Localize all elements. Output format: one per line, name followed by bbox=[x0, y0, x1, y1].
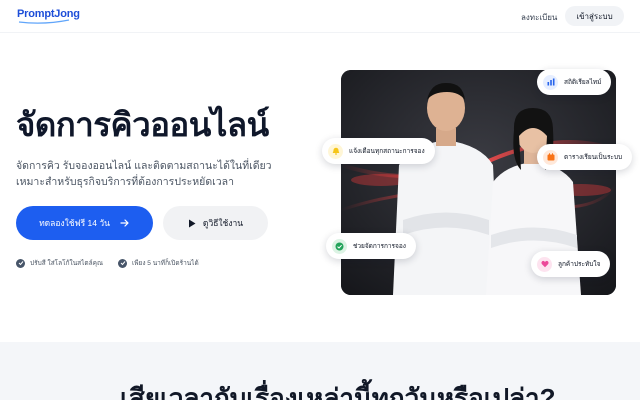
card-class-schedule-label: ตารางเรียนเป็นระบบ bbox=[564, 154, 623, 161]
check-icon bbox=[16, 258, 25, 268]
check-icon bbox=[118, 258, 127, 268]
arrow-right-icon bbox=[120, 219, 129, 227]
hero-title: จัดการคิวออนไลน์ bbox=[16, 106, 269, 143]
card-status-notifications: แจ้งเตือนทุกสถานะการจอง bbox=[322, 138, 435, 164]
free-trial-button-label: ทดลองใช้ฟรี 14 วัน bbox=[39, 218, 110, 228]
top-navbar: PromptJong ลงทะเบียน เข้าสู่ระบบ bbox=[0, 0, 640, 33]
feature-check-2: เพียง 5 นาทีก็เปิดร้านได้ bbox=[118, 258, 199, 268]
card-booking-management-label: ช่วยจัดการการจอง bbox=[353, 243, 406, 250]
how-to-use-button[interactable]: ดูวิธีใช้งาน bbox=[163, 206, 268, 240]
card-happy-customers-label: ลูกค้าประทับใจ bbox=[558, 261, 601, 268]
heart-icon bbox=[537, 256, 552, 272]
card-realtime-stats-label: สถิติเรียลไทม์ bbox=[564, 79, 602, 86]
hero-subtitle-line-1: จัดการคิว รับจองออนไลน์ และติดตามสถานะได… bbox=[16, 160, 272, 172]
hero-subtitle: จัดการคิว รับจองออนไลน์ และติดตามสถานะได… bbox=[16, 158, 272, 190]
play-icon bbox=[188, 219, 196, 227]
logo-swoosh-icon bbox=[18, 19, 70, 24]
check-circle-icon bbox=[332, 238, 347, 254]
bell-icon bbox=[328, 143, 343, 159]
page: PromptJong ลงทะเบียน เข้าสู่ระบบ จัดการค… bbox=[0, 0, 640, 400]
card-class-schedule: ตารางเรียนเป็นระบบ bbox=[537, 144, 633, 170]
feature-check-1-label: ปรับสี ใส่โลโก้ในสไตล์คุณ bbox=[30, 260, 103, 267]
feature-check-2-label: เพียง 5 นาทีก็เปิดร้านได้ bbox=[132, 260, 199, 267]
bar-chart-icon bbox=[543, 74, 558, 90]
register-link[interactable]: ลงทะเบียน bbox=[521, 11, 557, 24]
card-status-notifications-label: แจ้งเตือนทุกสถานะการจอง bbox=[349, 148, 425, 155]
login-button[interactable]: เข้าสู่ระบบ bbox=[565, 6, 624, 26]
free-trial-button[interactable]: ทดลองใช้ฟรี 14 วัน bbox=[16, 206, 153, 240]
feature-check-1: ปรับสี ใส่โลโก้ในสไตล์คุณ bbox=[16, 258, 103, 268]
calendar-icon bbox=[543, 149, 558, 165]
card-booking-management: ช่วยจัดการการจอง bbox=[326, 233, 416, 259]
card-realtime-stats: สถิติเรียลไทม์ bbox=[537, 69, 612, 95]
hero-subtitle-line-2: เหมาะสำหรับธุรกิจบริการที่ต้องการประหยัด… bbox=[16, 176, 234, 188]
how-to-use-button-label: ดูวิธีใช้งาน bbox=[202, 218, 244, 228]
card-happy-customers: ลูกค้าประทับใจ bbox=[531, 251, 611, 277]
pain-points-heading: เสียเวลากับเรื่องเหล่านี้ทุกวันหรือเปล่า… bbox=[120, 383, 556, 400]
